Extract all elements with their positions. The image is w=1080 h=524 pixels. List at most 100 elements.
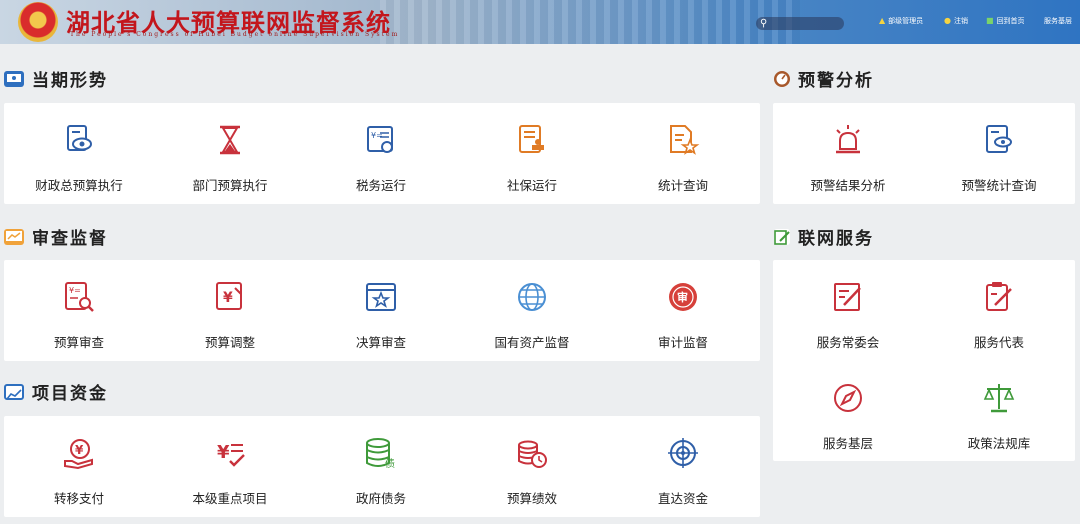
top-banner: 湖北省人大预算联网监督系统 The People's Congress of H… xyxy=(0,0,1080,44)
panel-current: 财政总预算执行 部门预算执行 ¥= 税务运行 社保运行 统计查询 xyxy=(4,103,760,204)
document-eye-icon xyxy=(67,125,92,151)
section-title-service-label: 联网服务 xyxy=(798,229,874,249)
star-window-icon xyxy=(366,283,396,311)
tile-statistics[interactable]: 统计查询 xyxy=(608,103,758,203)
chart-monitor-icon xyxy=(4,228,24,245)
svg-text:¥: ¥ xyxy=(223,290,233,306)
section-title-review-label: 审查监督 xyxy=(32,229,108,249)
tile-serve-deputies[interactable]: 服务代表 xyxy=(924,260,1074,360)
svg-text:¥: ¥ xyxy=(217,442,230,463)
tile-serve-committee[interactable]: 服务常委会 xyxy=(773,260,923,360)
clipboard-pen-icon xyxy=(986,282,1012,311)
tile-budget-review[interactable]: ¥= 预算审查 xyxy=(4,260,154,360)
scales-icon xyxy=(983,384,1015,413)
tile-tax-label: 税务运行 xyxy=(355,178,406,193)
tile-gov-debt[interactable]: 债 政府债务 xyxy=(306,416,456,516)
system-subtitle: The People's Congress of Hubei Budget on… xyxy=(70,31,400,38)
compass-icon xyxy=(774,70,790,87)
tile-transfer-payment-label: 转移支付 xyxy=(53,491,104,506)
document-star-icon xyxy=(670,125,700,155)
nav-user-label: 部级管理员 xyxy=(888,17,924,25)
tile-audit[interactable]: 审 审计监督 xyxy=(608,260,758,360)
hand-coin-icon: ¥ xyxy=(64,439,93,470)
tile-direct-funds[interactable]: 直达资金 xyxy=(608,416,758,516)
svg-text:¥=: ¥= xyxy=(69,286,81,295)
audit-seal-icon: 审 xyxy=(669,283,697,311)
nav-logout[interactable]: ● 注销 xyxy=(944,16,968,26)
tile-social-security-label: 社保运行 xyxy=(506,178,557,193)
panel-funds: ¥ 转移支付 ¥ 本级重点项目 债 政府债务 预算绩效 直达资金 xyxy=(4,416,760,517)
tile-fiscal-budget-label: 财政总预算执行 xyxy=(35,178,123,193)
nav-home[interactable]: ■ 回到首页 xyxy=(986,16,1025,26)
tile-transfer-payment[interactable]: ¥ 转移支付 xyxy=(4,416,154,516)
yuan-document-icon: ¥ xyxy=(216,282,242,310)
tile-warning-results[interactable]: 预警结果分析 xyxy=(773,103,923,203)
home-icon: ■ xyxy=(986,16,994,25)
tile-budget-performance[interactable]: 预算绩效 xyxy=(457,416,607,516)
tile-serve-grassroots[interactable]: 服务基层 xyxy=(773,361,923,461)
tile-budget-adjust[interactable]: ¥ 预算调整 xyxy=(155,260,305,360)
tile-fiscal-budget[interactable]: 财政总预算执行 xyxy=(4,103,154,203)
tile-budget-review-label: 预算审查 xyxy=(53,335,104,350)
national-emblem-icon xyxy=(18,2,58,42)
line-chart-icon xyxy=(4,383,24,400)
tile-statistics-label: 统计查询 xyxy=(657,178,708,193)
section-title-funds-label: 项目资金 xyxy=(32,384,108,404)
power-icon: ● xyxy=(944,16,951,25)
tile-serve-grassroots-label: 服务基层 xyxy=(822,436,873,451)
section-title-service: 联网服务 xyxy=(774,224,874,249)
section-title-current-label: 当期形势 xyxy=(32,71,108,91)
nav-user[interactable]: ▲ 部级管理员 xyxy=(879,16,923,26)
tile-serve-committee-label: 服务常委会 xyxy=(816,335,880,350)
target-icon xyxy=(668,438,698,468)
tile-state-assets-label: 国有资产监督 xyxy=(494,335,570,350)
nav-service[interactable]: 服务基层 xyxy=(1044,16,1072,26)
edit-document-icon xyxy=(774,228,790,245)
search-input[interactable]: ⚲ xyxy=(756,17,844,30)
tile-dept-budget[interactable]: 部门预算执行 xyxy=(155,103,305,203)
panel-service: 服务常委会 服务代表 服务基层 政策法规库 xyxy=(773,260,1075,461)
stamp-document-icon xyxy=(519,125,544,153)
yuan-checklist-icon: ¥ xyxy=(217,442,245,467)
user-warning-icon: ▲ xyxy=(879,16,886,25)
edit-icon xyxy=(834,283,861,311)
svg-text:审: 审 xyxy=(677,290,688,304)
compass-needle-icon xyxy=(834,384,862,412)
monitor-icon xyxy=(4,70,24,87)
globe-icon xyxy=(518,283,546,311)
tile-key-projects[interactable]: ¥ 本级重点项目 xyxy=(155,416,305,516)
tile-direct-funds-label: 直达资金 xyxy=(657,491,708,506)
tile-final-review[interactable]: 决算审查 xyxy=(306,260,456,360)
section-title-review: 审查监督 xyxy=(4,224,108,249)
section-title-warning: 预警分析 xyxy=(774,66,874,91)
tile-dept-budget-label: 部门预算执行 xyxy=(192,178,268,193)
section-title-warning-label: 预警分析 xyxy=(798,71,874,91)
tax-document-icon: ¥= xyxy=(367,126,393,153)
nav-service-label: 服务基层 xyxy=(1044,17,1072,25)
nav-home-label: 回到首页 xyxy=(996,17,1025,25)
tile-social-security[interactable]: 社保运行 xyxy=(457,103,607,203)
tile-key-projects-label: 本级重点项目 xyxy=(192,491,268,506)
nav-logout-label: 注销 xyxy=(953,17,968,25)
section-title-funds: 项目资金 xyxy=(4,379,108,404)
tile-state-assets[interactable]: 国有资产监督 xyxy=(457,260,607,360)
panel-review: ¥= 预算审查 ¥ 预算调整 决算审查 国有资产监督 审 审计监督 xyxy=(4,260,760,361)
tile-policy-library[interactable]: 政策法规库 xyxy=(924,361,1074,461)
coins-clock-icon xyxy=(518,440,547,468)
tile-warning-stats[interactable]: 预警统计查询 xyxy=(924,103,1074,203)
bookmark-eye-icon xyxy=(986,125,1012,153)
tile-tax[interactable]: ¥= 税务运行 xyxy=(306,103,456,203)
city-skyline-background xyxy=(380,0,800,44)
tile-gov-debt-label: 政府债务 xyxy=(355,491,406,506)
tile-audit-label: 审计监督 xyxy=(657,335,708,350)
database-debt-icon: 债 xyxy=(366,438,395,470)
document-search-icon: ¥= xyxy=(65,282,94,312)
section-title-current: 当期形势 xyxy=(4,66,108,91)
tile-warning-stats-label: 预警统计查询 xyxy=(961,178,1037,193)
tile-budget-performance-label: 预算绩效 xyxy=(506,491,557,506)
alarm-light-icon xyxy=(836,125,860,154)
tile-serve-deputies-label: 服务代表 xyxy=(973,335,1024,350)
tile-warning-results-label: 预警结果分析 xyxy=(810,178,886,193)
tile-policy-library-label: 政策法规库 xyxy=(967,436,1031,451)
search-icon: ⚲ xyxy=(760,18,768,29)
